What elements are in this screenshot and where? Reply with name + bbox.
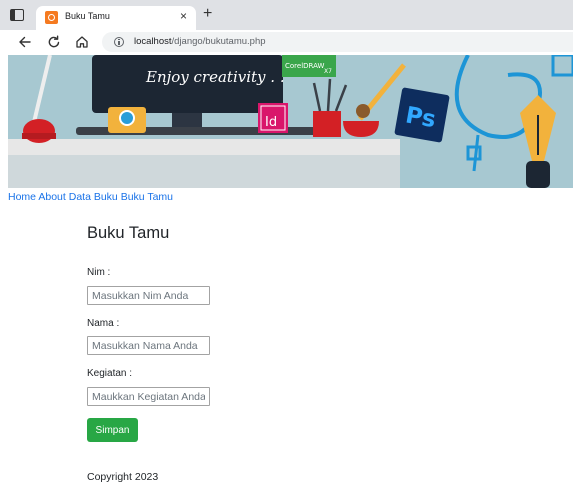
main-nav: Home About Data Buku Buku Tamu — [8, 191, 173, 203]
photoshop-label: Ps — [403, 102, 437, 133]
nama-input[interactable] — [87, 336, 210, 355]
address-bar[interactable]: localhost/django/bukutamu.php — [102, 32, 573, 52]
coreldraw-label: CorelDRAW — [285, 62, 325, 70]
tab-title: Buku Tamu — [65, 11, 110, 21]
nav-link-data-buku[interactable]: Data Buku — [69, 191, 118, 203]
back-arrow-icon[interactable] — [17, 34, 33, 50]
footer-copyright: Copyright 2023 — [87, 471, 159, 483]
header-banner: Enjoy creativity . . CorelDRAW X7 Id Ps — [8, 55, 573, 188]
site-favicon-icon — [45, 11, 58, 24]
simpan-button[interactable]: Simpan — [87, 418, 138, 442]
nav-link-about[interactable]: About — [38, 191, 65, 203]
home-icon[interactable] — [74, 34, 90, 50]
browser-tabstrip: Buku Tamu × + — [0, 0, 573, 30]
nav-link-buku-tamu[interactable]: Buku Tamu — [121, 191, 173, 203]
kegiatan-label: Kegiatan : — [87, 368, 133, 379]
browser-toolbar: localhost/django/bukutamu.php — [0, 30, 573, 54]
banner-illustration: Enjoy creativity . . CorelDRAW X7 Id Ps — [8, 55, 573, 188]
browser-tab[interactable]: Buku Tamu × — [36, 6, 196, 30]
nav-link-home[interactable]: Home — [8, 191, 36, 203]
indesign-label: Id — [265, 115, 277, 130]
url-text[interactable]: localhost/django/bukutamu.php — [134, 36, 266, 47]
nim-input[interactable] — [87, 286, 210, 305]
new-tab-icon[interactable]: + — [203, 5, 212, 23]
site-info-icon[interactable] — [114, 37, 124, 47]
reload-icon[interactable] — [46, 34, 62, 50]
banner-tagline: Enjoy creativity . . — [145, 68, 285, 86]
coreldraw-version: X7 — [324, 68, 332, 75]
tab-actions-icon[interactable] — [10, 9, 24, 21]
page-title: Buku Tamu — [87, 224, 170, 242]
kegiatan-input[interactable] — [87, 387, 210, 406]
nim-label: Nim : — [87, 267, 111, 278]
close-tab-icon[interactable]: × — [180, 9, 187, 23]
nama-label: Nama : — [87, 318, 120, 329]
